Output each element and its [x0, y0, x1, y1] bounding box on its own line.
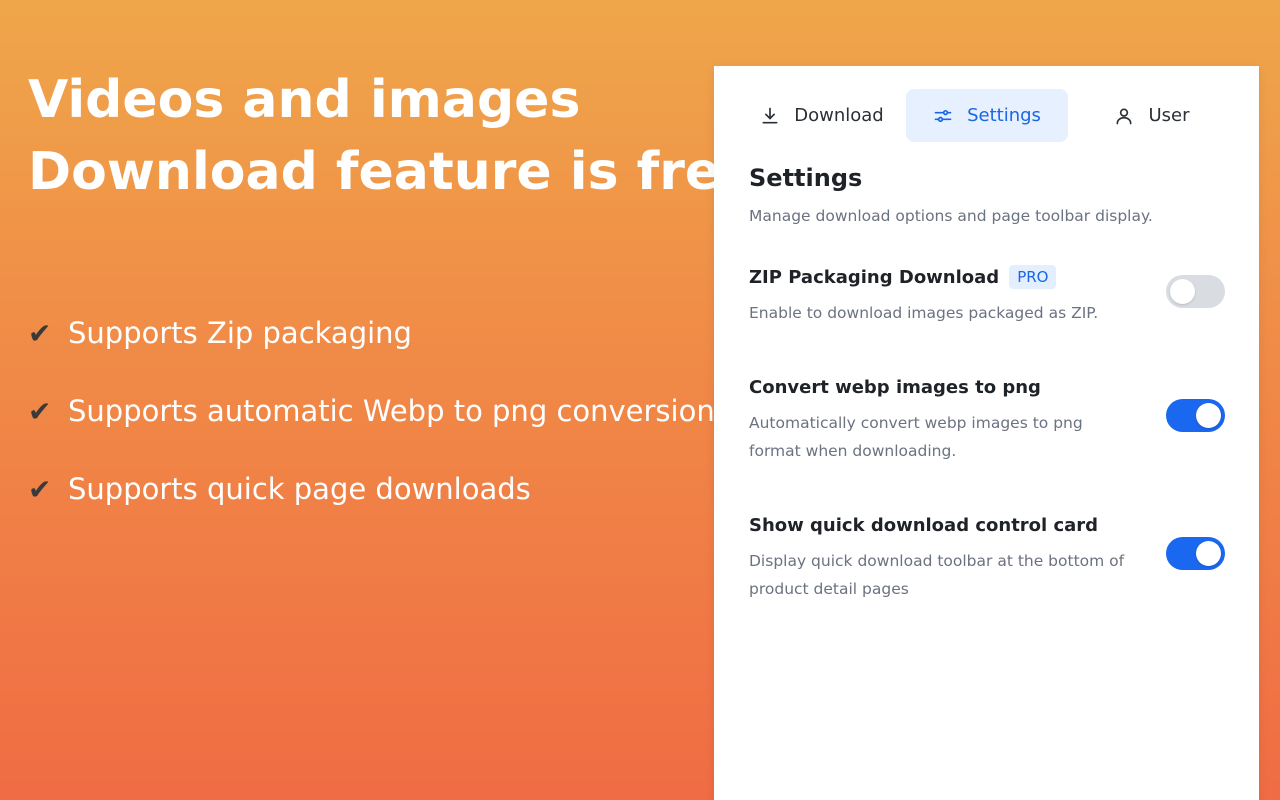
page-title: Settings: [749, 164, 863, 192]
page-description: Manage download options and page toolbar…: [749, 207, 1153, 225]
tab-download-label: Download: [794, 105, 884, 126]
sliders-icon: [934, 109, 952, 122]
setting-title: Convert webp images to png: [749, 376, 1041, 398]
checkmark-icon: ✔: [28, 394, 52, 428]
setting-description: Display quick download toolbar at the bo…: [749, 552, 1125, 598]
setting-description: Automatically convert webp images to png…: [749, 414, 1083, 460]
convert-webp-toggle[interactable]: [1166, 399, 1225, 432]
tab-user-label: User: [1148, 105, 1190, 126]
tab-user[interactable]: User: [1072, 89, 1232, 142]
tab-download[interactable]: Download: [742, 89, 902, 142]
headline-line-1: Videos and images: [28, 70, 581, 130]
feature-label: Supports automatic Webp to png conversio…: [68, 394, 715, 428]
setting-title: Show quick download control card: [749, 514, 1099, 536]
feature-item: ✔ Supports Zip packaging: [28, 294, 715, 372]
feature-item: ✔ Supports automatic Webp to png convers…: [28, 372, 715, 450]
feature-list: ✔ Supports Zip packaging ✔ Supports auto…: [28, 294, 715, 528]
toggle-knob: [1196, 541, 1221, 566]
pro-badge: PRO: [1009, 265, 1057, 289]
tab-settings[interactable]: Settings: [906, 89, 1068, 142]
feature-item: ✔ Supports quick page downloads: [28, 450, 715, 528]
toggle-knob: [1170, 279, 1195, 304]
extension-popup-panel: Download Settings User Settings Manage d…: [714, 66, 1259, 800]
feature-label: Supports quick page downloads: [68, 472, 531, 506]
quick-download-card-toggle[interactable]: [1166, 537, 1225, 570]
setting-convert-webp: Convert webp images to png Automatically…: [749, 373, 1229, 465]
setting-quick-download-card: Show quick download control card Display…: [749, 511, 1229, 603]
tab-settings-label: Settings: [967, 105, 1041, 126]
setting-title: ZIP Packaging Download: [749, 266, 1000, 288]
zip-packaging-toggle[interactable]: [1166, 275, 1225, 308]
setting-description: Enable to download images packaged as ZI…: [749, 304, 1099, 322]
promo-section: Videos and images Download feature is fr…: [28, 64, 728, 544]
tab-bar: Download Settings User: [742, 89, 1232, 142]
feature-label: Supports Zip packaging: [68, 316, 412, 350]
user-icon: [1116, 108, 1132, 124]
toggle-knob: [1196, 403, 1221, 428]
headline-line-2: Download feature is free: [28, 142, 728, 202]
checkmark-icon: ✔: [28, 316, 52, 350]
setting-zip-packaging: ZIP Packaging Download PRO Enable to dow…: [749, 263, 1229, 327]
download-icon: [762, 107, 778, 123]
checkmark-icon: ✔: [28, 472, 52, 506]
